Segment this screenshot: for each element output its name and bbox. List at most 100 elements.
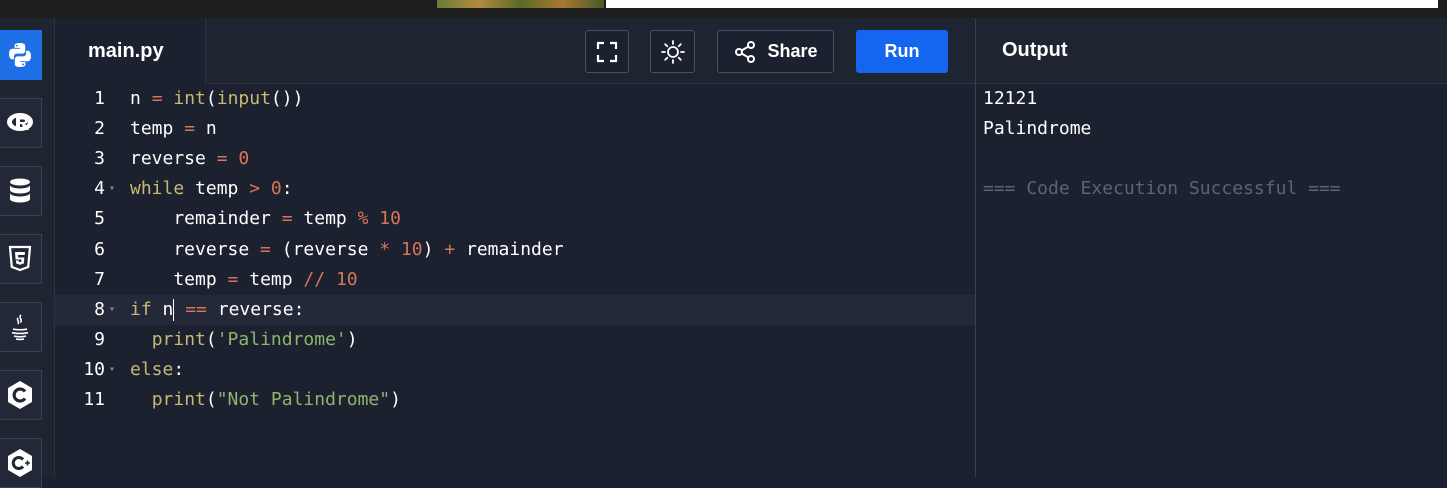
line-number: 10 bbox=[83, 358, 105, 380]
code-text: while temp > 0: bbox=[130, 174, 293, 204]
fold-arrow-icon[interactable]: ▾ bbox=[109, 355, 115, 385]
code-token: (reverse bbox=[270, 238, 380, 260]
code-token: n bbox=[151, 298, 174, 320]
code-token: while bbox=[130, 178, 185, 200]
code-text: temp = n bbox=[130, 114, 217, 144]
file-tab[interactable]: main.py bbox=[55, 18, 206, 84]
code-token: ()) bbox=[270, 88, 304, 109]
code-text: print('Palindrome') bbox=[130, 325, 358, 355]
output-line: === Code Execution Successful === bbox=[983, 178, 1341, 199]
code-token: remainder bbox=[455, 238, 564, 260]
cpp-icon bbox=[7, 449, 32, 477]
code-token: = bbox=[216, 148, 228, 170]
line-number: 7 bbox=[94, 268, 105, 290]
code-text: if n == reverse: bbox=[130, 295, 304, 325]
editor-header: main.py Share Run bbox=[55, 18, 975, 84]
output-header: Output bbox=[975, 18, 1447, 84]
code-line[interactable]: 1 n = int(input()) bbox=[55, 84, 975, 114]
line-number: 6 bbox=[94, 238, 105, 260]
code-token: else bbox=[130, 358, 174, 380]
code-token: input bbox=[216, 88, 271, 109]
run-button[interactable]: Run bbox=[856, 30, 948, 73]
sidebar-item-r[interactable] bbox=[0, 98, 42, 148]
code-text: else: bbox=[130, 355, 184, 385]
code-token: n bbox=[195, 118, 217, 140]
code-token: "Not Palindrome" bbox=[216, 389, 391, 410]
html5-icon bbox=[8, 245, 31, 272]
sidebar-item-python[interactable] bbox=[0, 30, 42, 80]
code-token: ) bbox=[346, 328, 358, 350]
code-line[interactable]: 10 ▾ else: bbox=[55, 355, 975, 385]
database-icon bbox=[9, 178, 30, 203]
code-token: 10 bbox=[379, 208, 401, 230]
code-line[interactable]: 4 ▾ while temp > 0: bbox=[55, 174, 975, 204]
share-button[interactable]: Share bbox=[717, 30, 834, 73]
fullscreen-button[interactable] bbox=[585, 30, 629, 73]
fold-arrow-icon[interactable]: ▾ bbox=[109, 295, 115, 325]
line-number: 11 bbox=[83, 389, 105, 410]
code-text: remainder = temp % 10 bbox=[130, 204, 401, 234]
c-icon bbox=[7, 381, 32, 409]
code-line[interactable]: 5 remainder = temp % 10 bbox=[55, 204, 975, 234]
java-icon bbox=[11, 314, 28, 341]
browser-top-strip bbox=[0, 0, 1447, 18]
line-number: 2 bbox=[94, 118, 105, 140]
output-title: Output bbox=[1002, 39, 1068, 61]
python-icon bbox=[8, 43, 31, 67]
code-token: print bbox=[151, 389, 206, 410]
sun-icon bbox=[660, 39, 685, 64]
sidebar-item-c[interactable] bbox=[0, 370, 42, 420]
code-token: ) bbox=[422, 238, 445, 260]
code-token: temp bbox=[184, 178, 250, 200]
code-editor[interactable]: 1n = int(input()) 2 temp = n 3 reverse = 0 4 ▾… bbox=[55, 84, 975, 477]
line-number: 8 bbox=[94, 298, 105, 320]
code-token: = bbox=[260, 238, 271, 260]
sidebar-item-java[interactable] bbox=[0, 302, 42, 352]
code-token: = bbox=[151, 88, 163, 109]
code-text: reverse = 0 bbox=[130, 144, 249, 174]
code-token: temp bbox=[292, 208, 358, 230]
r-icon bbox=[6, 113, 33, 131]
code-line[interactable]: 8 ▾ if n == reverse: bbox=[55, 294, 975, 325]
file-tab-label: main.py bbox=[88, 40, 164, 62]
code-line[interactable]: 7 temp = temp // 10 bbox=[55, 265, 975, 295]
sidebar-item-cpp[interactable] bbox=[0, 438, 42, 488]
code-token: ( bbox=[205, 328, 217, 350]
code-token: reverse: bbox=[206, 298, 305, 320]
code-token: if bbox=[130, 298, 152, 320]
code-token: reverse bbox=[130, 148, 217, 170]
sidebar-item-html[interactable] bbox=[0, 234, 42, 284]
code-line[interactable]: 9 print('Palindrome') bbox=[55, 325, 975, 355]
theme-toggle-button[interactable] bbox=[650, 30, 695, 73]
code-token: = bbox=[184, 118, 196, 140]
code-token: remainder bbox=[130, 208, 282, 230]
code-token: print bbox=[151, 328, 206, 350]
code-token: temp bbox=[130, 118, 185, 140]
code-line[interactable]: 6 reverse = (reverse * 10) + remainder bbox=[55, 235, 975, 265]
code-line[interactable]: 2 temp = n bbox=[55, 114, 975, 144]
code-token: + bbox=[444, 238, 456, 260]
code-token: * bbox=[379, 238, 391, 260]
code-text: reverse = (reverse * 10) + remainder bbox=[130, 235, 564, 265]
thumbnail-image bbox=[437, 0, 604, 8]
fold-arrow-icon[interactable]: ▾ bbox=[109, 174, 115, 204]
sidebar-item-sql[interactable] bbox=[0, 166, 42, 216]
code-line[interactable]: 11 print("Not Palindrome") bbox=[55, 385, 975, 415]
code-token: ( bbox=[205, 88, 217, 109]
line-number: 9 bbox=[94, 328, 105, 350]
language-sidebar bbox=[0, 18, 55, 488]
code-token: // bbox=[303, 268, 326, 290]
code-line[interactable]: 3 reverse = 0 bbox=[55, 144, 975, 174]
line-number: 5 bbox=[94, 208, 105, 230]
output-line: Palindrome bbox=[983, 118, 1092, 139]
code-token: reverse bbox=[130, 238, 261, 260]
line-number: 3 bbox=[94, 148, 105, 170]
code-token: 10 bbox=[400, 238, 423, 260]
code-token: 'Palindrome' bbox=[216, 328, 347, 350]
